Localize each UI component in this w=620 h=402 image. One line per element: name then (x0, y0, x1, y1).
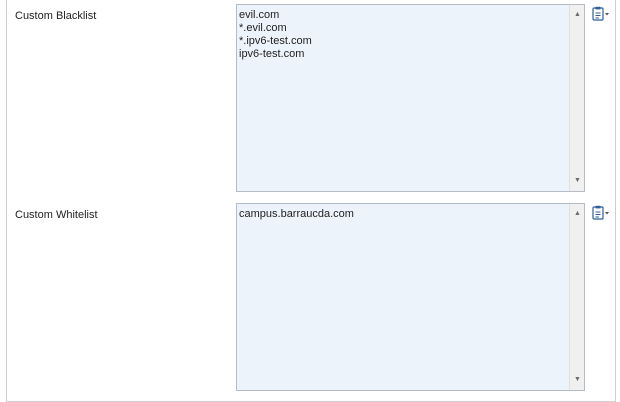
blacklist-entry: *.evil.com (239, 22, 287, 34)
blacklist-entry: *.ipv6-test.com (239, 35, 312, 47)
scroll-down-arrow-icon[interactable]: ▼ (570, 174, 584, 188)
whitelist-entry: campus.barraucda.com (239, 208, 354, 220)
whitelist-lines: campus.barraucda.com (239, 208, 568, 221)
whitelist-scrollbar[interactable]: ▲ ▼ (569, 204, 584, 390)
blacklist-scrollbar[interactable]: ▲ ▼ (569, 5, 584, 191)
clipboard-dropdown-icon (592, 6, 609, 21)
custom-whitelist-textarea[interactable]: campus.barraucda.com ▲ ▼ (236, 203, 585, 391)
scroll-up-arrow-icon[interactable]: ▲ (570, 8, 584, 22)
whitelist-clipboard-button[interactable] (591, 205, 611, 221)
blacklist-lines: evil.com *.evil.com *.ipv6-test.com ipv6… (239, 9, 568, 61)
clipboard-dropdown-icon (592, 205, 609, 220)
custom-blacklist-textarea[interactable]: evil.com *.evil.com *.ipv6-test.com ipv6… (236, 4, 585, 192)
blacklist-entry: ipv6-test.com (239, 48, 305, 60)
blacklist-entry: evil.com (239, 9, 280, 21)
custom-blacklist-label: Custom Blacklist (15, 10, 97, 22)
custom-whitelist-label: Custom Whitelist (15, 209, 98, 221)
scroll-up-arrow-icon[interactable]: ▲ (570, 207, 584, 221)
scroll-down-arrow-icon[interactable]: ▼ (570, 373, 584, 387)
blacklist-clipboard-button[interactable] (591, 6, 611, 22)
